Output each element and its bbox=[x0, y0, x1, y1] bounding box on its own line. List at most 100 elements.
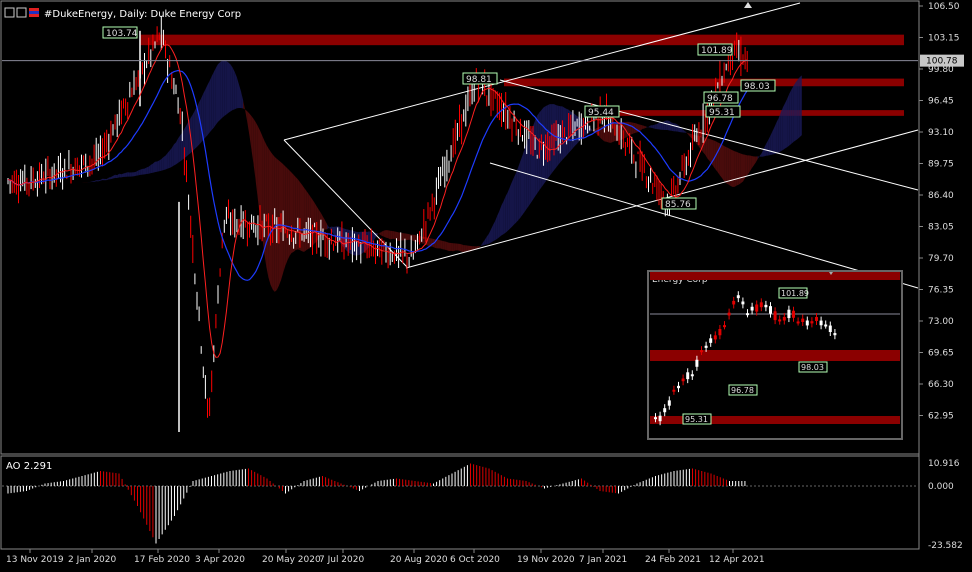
inset-zone bbox=[650, 272, 900, 280]
ichimoku-cloud bbox=[635, 123, 638, 133]
ichimoku-cloud bbox=[736, 151, 739, 186]
ichimoku-cloud bbox=[381, 230, 384, 237]
ao-plot-area[interactable] bbox=[0, 455, 920, 550]
ichimoku-cloud bbox=[234, 72, 237, 110]
x-tick-label: 20 Aug 2020 bbox=[390, 555, 448, 565]
inset-candle bbox=[704, 345, 708, 348]
x-tick-label: 24 Feb 2021 bbox=[645, 555, 701, 565]
ichimoku-cloud bbox=[522, 148, 525, 215]
ichimoku-cloud bbox=[230, 64, 233, 112]
x-tick-label: 19 Nov 2020 bbox=[517, 555, 575, 565]
inset-candle bbox=[810, 321, 814, 324]
ichimoku-cloud bbox=[654, 123, 657, 130]
y-tick-label: 89.75 bbox=[928, 160, 954, 170]
ichimoku-cloud bbox=[512, 177, 515, 227]
ichimoku-cloud bbox=[390, 230, 393, 240]
ichimoku-cloud bbox=[707, 138, 710, 161]
inset-candle bbox=[686, 372, 690, 380]
y-tick-label: 69.65 bbox=[928, 349, 954, 359]
ichimoku-cloud bbox=[449, 242, 452, 252]
ichimoku-cloud bbox=[165, 153, 168, 170]
ao-y-label: 10.916 bbox=[928, 459, 960, 469]
ichimoku-cloud bbox=[738, 152, 741, 185]
inset-candle bbox=[819, 320, 823, 326]
price-label: 96.78 bbox=[707, 94, 733, 104]
ichimoku-cloud bbox=[127, 172, 130, 177]
ichimoku-cloud bbox=[211, 72, 214, 130]
ichimoku-cloud bbox=[663, 120, 666, 131]
ichimoku-cloud bbox=[129, 172, 132, 177]
inset-candle bbox=[667, 400, 671, 406]
inset-candle bbox=[718, 328, 722, 336]
x-tick-label: 3 Apr 2020 bbox=[195, 555, 245, 565]
ichimoku-cloud bbox=[514, 172, 517, 225]
ichimoku-cloud bbox=[507, 186, 510, 231]
ichimoku-cloud bbox=[152, 161, 155, 173]
ichimoku-cloud bbox=[119, 173, 122, 178]
ichimoku-cloud bbox=[774, 122, 777, 155]
y-tick-label: 103.15 bbox=[928, 34, 960, 44]
ichimoku-cloud bbox=[102, 178, 105, 181]
inset-candle bbox=[709, 338, 713, 343]
y-tick-label: 76.35 bbox=[928, 286, 954, 296]
ichimoku-cloud bbox=[795, 79, 798, 141]
inset-candle bbox=[782, 316, 786, 321]
y-tick-label: 83.05 bbox=[928, 223, 954, 233]
ichimoku-cloud bbox=[667, 120, 670, 131]
inset-candle bbox=[787, 309, 791, 319]
inset-candle bbox=[677, 385, 680, 389]
ichimoku-cloud bbox=[96, 180, 99, 182]
ichimoku-cloud bbox=[142, 168, 145, 175]
x-tick-label: 20 May 2020 bbox=[262, 555, 321, 565]
flag-icon[interactable] bbox=[29, 8, 39, 17]
ichimoku-cloud bbox=[228, 62, 231, 113]
inset-candle bbox=[672, 389, 676, 392]
inset-candle bbox=[690, 374, 694, 377]
inset-candle bbox=[654, 417, 657, 420]
ichimoku-cloud bbox=[163, 155, 166, 171]
inset-price-label: 98.03 bbox=[801, 363, 824, 372]
inset-candle bbox=[805, 320, 809, 326]
ichimoku-cloud bbox=[671, 122, 674, 132]
inset-candle bbox=[723, 325, 726, 328]
ichimoku-cloud bbox=[131, 172, 134, 177]
ichimoku-cloud bbox=[383, 230, 386, 238]
ichimoku-cloud bbox=[518, 160, 521, 221]
ichimoku-cloud bbox=[675, 123, 678, 132]
ichimoku-cloud bbox=[740, 153, 743, 184]
ichimoku-cloud bbox=[157, 160, 160, 172]
ao-y-label: -23.582 bbox=[928, 541, 963, 551]
ichimoku-cloud bbox=[659, 121, 662, 130]
inset-candle bbox=[750, 306, 754, 311]
ichimoku-cloud bbox=[791, 86, 794, 144]
ichimoku-cloud bbox=[176, 138, 179, 165]
price-label: 98.81 bbox=[466, 75, 492, 85]
ichimoku-cloud bbox=[442, 241, 445, 250]
inset-panel: Energy Corp 101.8998.0396.7895.31 bbox=[647, 270, 903, 440]
ichimoku-cloud bbox=[799, 75, 802, 138]
ichimoku-cloud bbox=[438, 239, 441, 249]
ichimoku-cloud bbox=[787, 94, 790, 148]
ichimoku-cloud bbox=[785, 99, 788, 149]
inset-candle bbox=[727, 312, 731, 316]
ichimoku-cloud bbox=[793, 82, 796, 143]
x-tick-label: 6 Oct 2020 bbox=[450, 555, 500, 565]
price-label: 98.03 bbox=[744, 82, 770, 92]
ichimoku-cloud bbox=[386, 230, 389, 239]
ichimoku-cloud bbox=[218, 62, 221, 122]
inset-candle bbox=[695, 359, 699, 367]
ichimoku-cloud bbox=[776, 118, 779, 154]
ichimoku-cloud bbox=[642, 125, 645, 130]
ichimoku-cloud bbox=[772, 126, 775, 155]
ichimoku-cloud bbox=[501, 201, 504, 236]
inset-candle bbox=[824, 324, 828, 327]
inset-candle bbox=[658, 415, 662, 422]
ichimoku-cloud bbox=[186, 121, 189, 157]
ichimoku-cloud bbox=[192, 110, 195, 152]
ichimoku-cloud bbox=[455, 243, 458, 251]
ichimoku-cloud bbox=[115, 174, 118, 178]
ichimoku-cloud bbox=[457, 243, 460, 251]
ichimoku-cloud bbox=[207, 80, 210, 136]
ichimoku-cloud bbox=[194, 106, 197, 149]
chart-title: #DukeEnergy, Daily: Duke Energy Corp bbox=[44, 9, 241, 20]
